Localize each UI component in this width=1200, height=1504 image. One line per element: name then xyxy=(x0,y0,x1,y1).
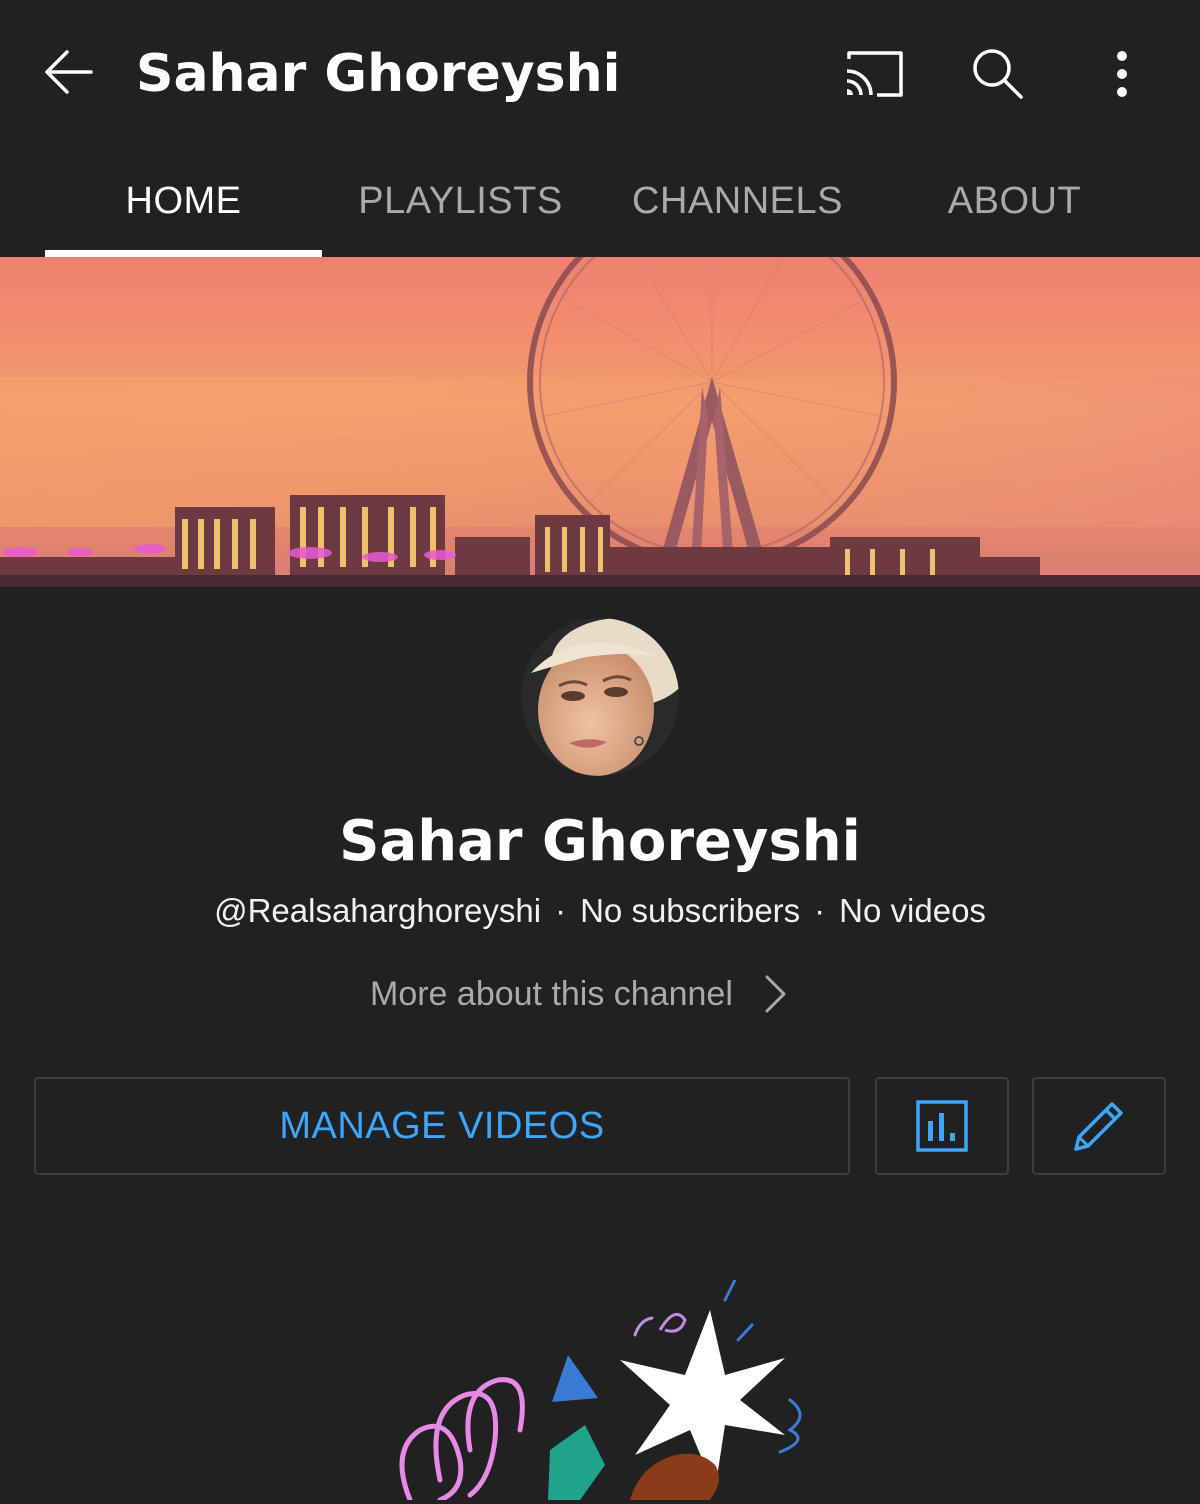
more-vert-icon xyxy=(1117,51,1127,97)
avatar-image xyxy=(521,618,679,776)
app-bar: Sahar Ghoreyshi xyxy=(0,0,1200,145)
pencil-edit-icon xyxy=(1074,1102,1123,1151)
channel-tabs: HOME PLAYLISTS CHANNELS ABOUT xyxy=(0,145,1200,257)
chevron-right-icon xyxy=(763,974,789,1014)
active-tab-indicator xyxy=(45,250,322,257)
channel-name: Sahar Ghoreyshi xyxy=(339,809,861,874)
celebration-illustration xyxy=(399,1278,802,1503)
channel-meta: @Realsaharghoreyshi · No subscribers · No vi… xyxy=(0,888,1200,934)
more-about-label: More about this channel xyxy=(370,974,733,1013)
channel-avatar[interactable] xyxy=(521,618,679,776)
subscriber-count: No subscribers xyxy=(580,892,801,929)
tab-home[interactable]: HOME xyxy=(45,145,322,257)
tab-channels[interactable]: CHANNELS xyxy=(599,145,876,257)
search-icon xyxy=(973,49,1023,99)
cast-button[interactable] xyxy=(838,38,910,110)
empty-state-illustration xyxy=(380,1278,840,1503)
tab-about[interactable]: ABOUT xyxy=(876,145,1153,257)
analytics-button[interactable] xyxy=(875,1077,1009,1175)
edit-channel-button[interactable] xyxy=(1032,1077,1166,1175)
manage-videos-button[interactable]: MANAGE VIDEOS xyxy=(34,1077,850,1175)
cast-icon xyxy=(846,51,903,97)
banner-image xyxy=(0,257,1200,587)
more-about-channel-link[interactable]: More about this channel xyxy=(370,966,789,1022)
back-arrow-icon xyxy=(45,50,93,94)
meta-separator: · xyxy=(814,892,826,929)
analytics-bar-chart-icon xyxy=(916,1100,968,1152)
search-button[interactable] xyxy=(962,38,1034,110)
back-button[interactable] xyxy=(34,38,102,106)
channel-banner xyxy=(0,257,1200,587)
tab-playlists[interactable]: PLAYLISTS xyxy=(322,145,599,257)
meta-separator: · xyxy=(555,892,567,929)
video-count: No videos xyxy=(839,892,986,929)
app-bar-title: Sahar Ghoreyshi xyxy=(136,44,621,104)
channel-handle: @Realsaharghoreyshi xyxy=(214,892,542,929)
more-options-button[interactable] xyxy=(1086,38,1158,110)
